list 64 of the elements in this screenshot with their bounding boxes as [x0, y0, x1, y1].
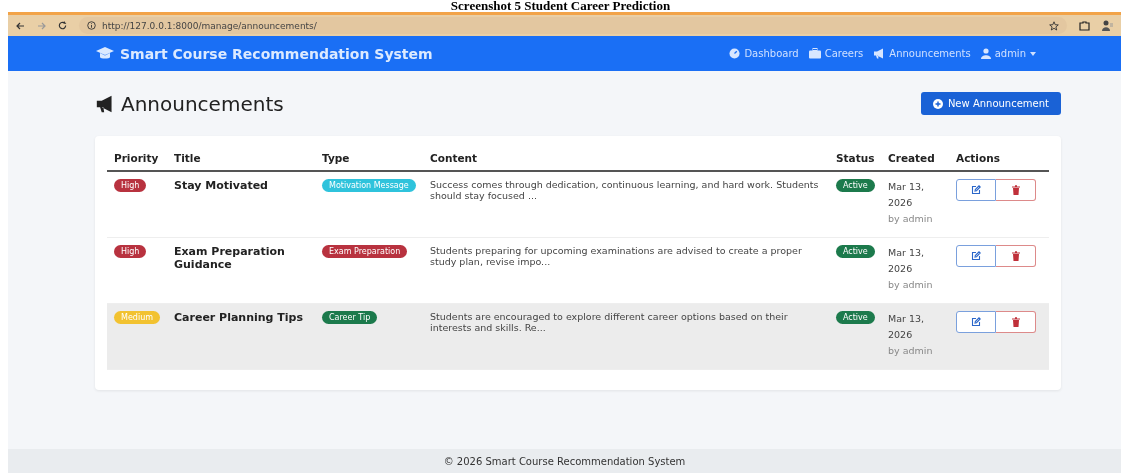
created-by: by admin	[888, 212, 934, 226]
edit-icon	[971, 185, 981, 195]
megaphone-icon	[95, 94, 115, 113]
page-title: Announcements	[121, 91, 284, 116]
created-date: Mar 13, 2026	[888, 180, 926, 210]
column-header: Content	[430, 152, 478, 164]
type-badge: Motivation Message	[322, 179, 416, 192]
extension-icon[interactable]	[1079, 20, 1090, 31]
trash-icon	[1011, 185, 1020, 195]
delete-button[interactable]	[996, 311, 1036, 333]
briefcase-icon	[808, 48, 821, 59]
document-caption: Screenshot 5 Student Career Prediction	[450, 0, 671, 12]
user-icon	[980, 48, 991, 59]
priority-badge: High	[114, 179, 147, 192]
content-text: Success comes through dedication, continuous learning, and hard work. Students should stay focused ...	[430, 179, 819, 201]
status-badge: Active	[836, 179, 875, 192]
column-header: Status	[836, 152, 875, 164]
trash-icon	[1011, 317, 1020, 327]
column-header: Created	[888, 152, 935, 164]
announcement-title: Stay Motivated	[174, 179, 268, 192]
announcement-title: Exam Preparation Guidance	[174, 245, 285, 271]
nav-link[interactable]: Dashboard	[729, 48, 799, 59]
type-badge: Career Tip	[322, 311, 378, 324]
delete-button[interactable]	[996, 245, 1036, 267]
profile-icon[interactable]	[1102, 20, 1113, 31]
created-by: by admin	[888, 344, 934, 358]
star-icon[interactable]	[1049, 20, 1059, 31]
address-bar[interactable]: http://127.0.0.1:8000/manage/announcements/	[79, 17, 1067, 34]
nav-link[interactable]: Careers	[808, 48, 864, 59]
brand-name[interactable]: Smart Course Recommendation System	[120, 45, 433, 62]
gauge-icon	[729, 48, 741, 59]
status-badge: Active	[836, 245, 875, 258]
graduation-cap-icon	[96, 47, 114, 60]
type-badge: Exam Preparation	[322, 245, 408, 258]
column-header: Priority	[114, 152, 159, 164]
created-date: Mar 13, 2026	[888, 246, 926, 276]
back-arrow-icon[interactable]	[16, 21, 25, 30]
content-text: Students preparing for upcoming examinations are advised to create a proper study plan, revise impo...	[430, 245, 802, 267]
priority-badge: Medium	[114, 311, 160, 324]
trash-icon	[1011, 251, 1020, 261]
edit-button[interactable]	[956, 245, 996, 267]
edit-button[interactable]	[956, 179, 996, 201]
created-date: Mar 13, 2026	[888, 312, 926, 342]
edit-icon	[971, 251, 981, 261]
delete-button[interactable]	[996, 179, 1036, 201]
nav-link[interactable]: Announcements	[873, 48, 971, 59]
new-announcement-button[interactable]: New Announcement	[920, 92, 1061, 115]
plus-circle-icon	[932, 98, 943, 109]
nav-link[interactable]: admin	[980, 48, 1036, 59]
column-header: Type	[322, 152, 350, 164]
edit-icon	[971, 317, 981, 327]
footer-text: © 2026 Smart Course Recommendation System	[443, 455, 686, 467]
status-badge: Active	[836, 311, 875, 324]
created-by: by admin	[888, 278, 934, 292]
priority-badge: High	[114, 245, 147, 258]
reload-icon[interactable]	[58, 21, 67, 30]
caret-icon	[1030, 51, 1036, 56]
content-text: Students are encouraged to explore different career options based on their interests and skills. Re...	[430, 311, 788, 333]
column-header: Actions	[956, 152, 1000, 164]
column-header: Title	[174, 152, 201, 164]
megaphone-icon	[873, 48, 886, 59]
announcement-title: Career Planning Tips	[174, 311, 303, 324]
info-icon	[87, 21, 96, 30]
edit-button[interactable]	[956, 311, 996, 333]
